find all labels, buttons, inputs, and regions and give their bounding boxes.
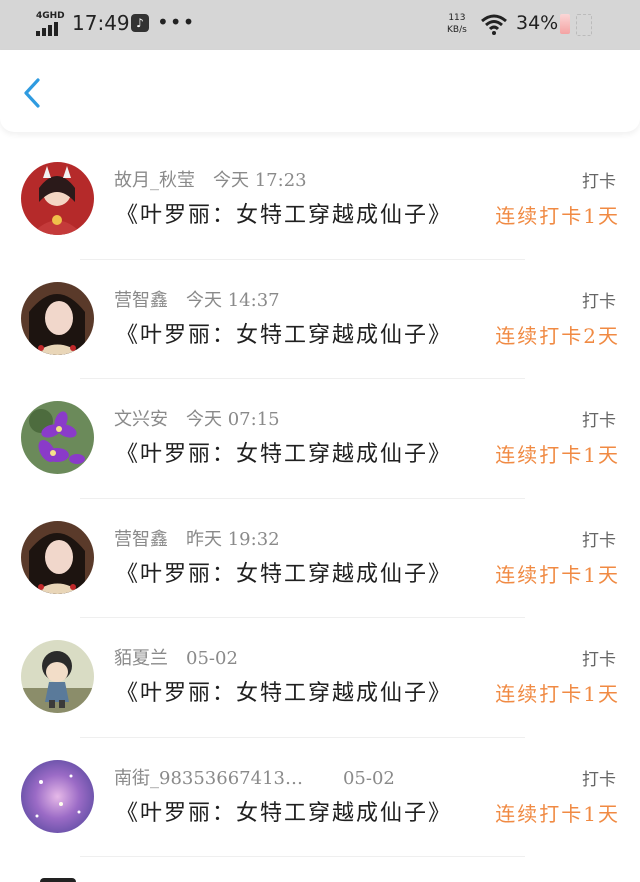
list-item[interactable]: 文兴安 今天 07:15 《叶罗丽：女特工穿越成仙子》 打卡 连续打卡1天 xyxy=(0,379,640,499)
streak-count: 连续打卡1天 xyxy=(495,204,620,228)
network-speed: 113 KB/s xyxy=(447,13,467,35)
doll-avatar-icon xyxy=(21,640,94,713)
checkin-tag: 打卡 xyxy=(582,411,616,431)
avatar[interactable] xyxy=(21,281,94,355)
book-title[interactable]: 《叶罗丽：女特工穿越成仙子》 xyxy=(116,203,452,229)
streak-count: 连续打卡1天 xyxy=(495,801,620,826)
record-meta: 文兴安 今天 07:15 xyxy=(114,409,280,431)
list-item[interactable]: 南街_98353667413… 05-02 《叶罗丽：女特工穿越成仙子》 打卡 连… xyxy=(0,738,640,857)
tiktok-icon: ♪ xyxy=(131,14,149,32)
user-name[interactable]: 营智鑫 xyxy=(114,529,168,550)
chevron-left-icon xyxy=(24,78,40,108)
list-item[interactable]: 貊夏兰 05-02 《叶罗丽：女特工穿越成仙子》 打卡 连续打卡1天 xyxy=(0,618,640,738)
record-meta: 营智鑫 今天 14:37 xyxy=(114,290,280,312)
portrait-avatar-icon xyxy=(21,281,94,355)
user-name[interactable]: 故月_秋莹 xyxy=(114,170,195,191)
streak-count: 连续打卡1天 xyxy=(495,562,620,587)
list-item[interactable]: 故月_秋莹 今天 17:23 《叶罗丽：女特工穿越成仙子》 打卡 连续打卡1天 xyxy=(0,140,640,260)
book-title[interactable]: 《叶罗丽：女特工穿越成仙子》 xyxy=(116,442,452,468)
divider xyxy=(80,856,525,857)
record-meta: 营智鑫 昨天 19:32 xyxy=(114,529,280,551)
user-name[interactable]: 营智鑫 xyxy=(114,290,168,311)
record-meta: 南街_98353667413… 05-02 xyxy=(114,768,395,790)
streak-count: 连续打卡1天 xyxy=(495,682,620,706)
record-time: 05-02 xyxy=(342,767,395,789)
flower-avatar-icon xyxy=(21,401,94,474)
battery-icon xyxy=(560,14,570,34)
checkin-tag: 打卡 xyxy=(582,291,616,312)
avatar[interactable] xyxy=(21,640,94,713)
status-bar: 4GHD 17:49 ♪ ••• 113 KB/s 34% xyxy=(0,0,640,50)
list-item[interactable]: 营智鑫 昨天 19:32 《叶罗丽：女特工穿越成仙子》 打卡 连续打卡1天 xyxy=(0,499,640,618)
record-time: 今天 14:37 xyxy=(186,289,280,311)
book-title[interactable]: 《叶罗丽：女特工穿越成仙子》 xyxy=(116,681,452,707)
streak-count: 连续打卡1天 xyxy=(495,443,620,467)
user-name[interactable]: 文兴安 xyxy=(114,409,168,430)
wifi-icon xyxy=(481,14,507,35)
charging-indicator-icon xyxy=(576,14,592,36)
book-title[interactable]: 《叶罗丽：女特工穿越成仙子》 xyxy=(116,562,452,588)
book-title[interactable]: 《叶罗丽：女特工穿越成仙子》 xyxy=(116,323,452,349)
checkin-tag: 打卡 xyxy=(582,769,616,790)
avatar[interactable] xyxy=(21,520,94,594)
more-notifications-icon: ••• xyxy=(157,10,196,34)
page-header xyxy=(0,50,640,132)
battery-percent: 34% xyxy=(516,12,559,34)
checkin-list: 故月_秋莹 今天 17:23 《叶罗丽：女特工穿越成仙子》 打卡 连续打卡1天 营… xyxy=(0,140,640,857)
avatar[interactable] xyxy=(21,162,94,235)
galaxy-avatar-icon xyxy=(21,759,94,833)
next-avatar-peek xyxy=(40,878,76,882)
record-time: 今天 17:23 xyxy=(213,170,307,191)
checkin-tag: 打卡 xyxy=(582,530,616,551)
checkin-tag: 打卡 xyxy=(582,172,616,192)
avatar[interactable] xyxy=(21,759,94,833)
cellular-signal-icon: 4GHD xyxy=(36,12,65,36)
status-time: 17:49 xyxy=(72,11,130,35)
avatar[interactable] xyxy=(21,401,94,474)
streak-count: 连续打卡2天 xyxy=(495,323,620,348)
record-meta: 故月_秋莹 今天 17:23 xyxy=(114,170,307,192)
record-meta: 貊夏兰 05-02 xyxy=(114,648,238,670)
record-time: 05-02 xyxy=(186,648,238,669)
back-button[interactable] xyxy=(18,76,50,110)
user-name[interactable]: 南街_98353667413… xyxy=(114,768,303,789)
anime-girl-avatar-icon xyxy=(21,162,94,235)
checkin-tag: 打卡 xyxy=(582,650,616,670)
user-name[interactable]: 貊夏兰 xyxy=(114,648,168,669)
record-time: 昨天 19:32 xyxy=(186,528,280,550)
record-time: 今天 07:15 xyxy=(186,409,280,430)
list-item[interactable]: 营智鑫 今天 14:37 《叶罗丽：女特工穿越成仙子》 打卡 连续打卡2天 xyxy=(0,260,640,379)
book-title[interactable]: 《叶罗丽：女特工穿越成仙子》 xyxy=(116,801,452,827)
portrait-avatar-icon xyxy=(21,520,94,594)
